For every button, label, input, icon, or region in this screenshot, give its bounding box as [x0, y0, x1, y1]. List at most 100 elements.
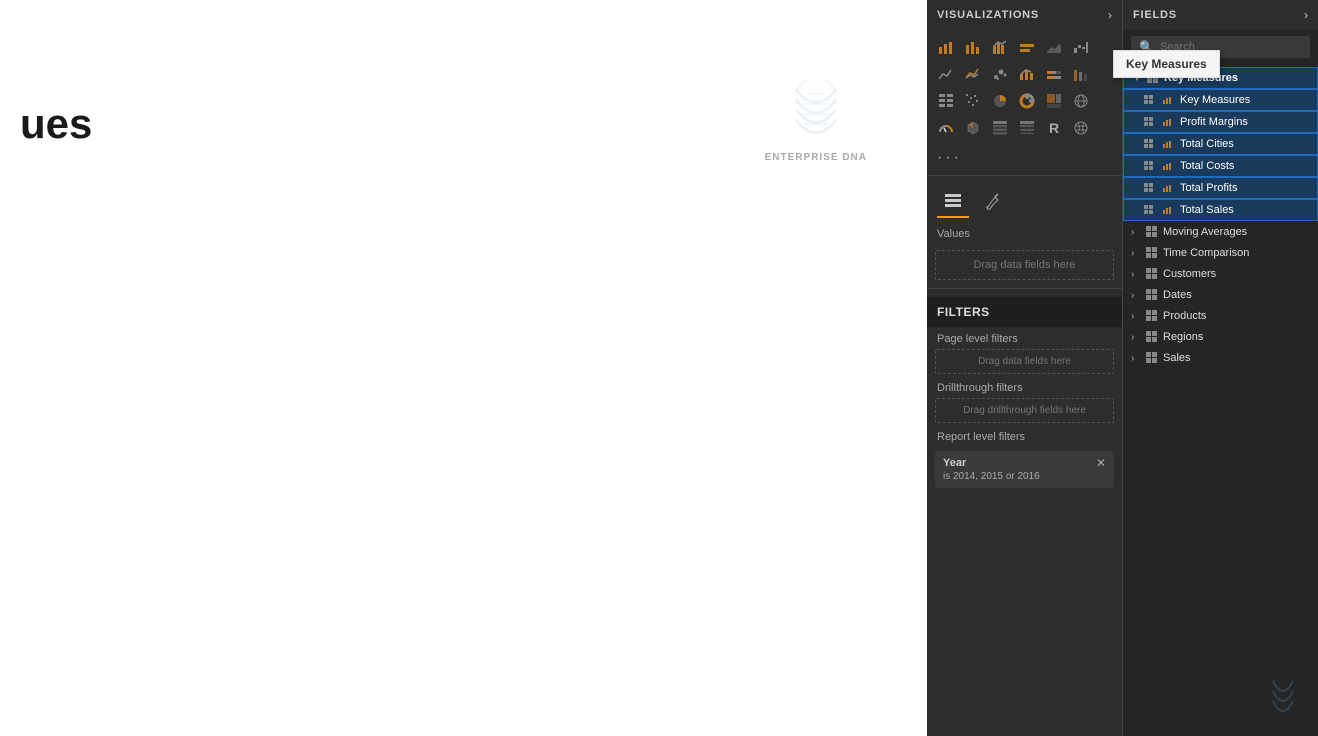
field-item-profit-margins[interactable]: Profit Margins	[1123, 111, 1318, 133]
field-item-total-cities[interactable]: Total Cities	[1123, 133, 1318, 155]
field-item-profit-margins-name: Profit Margins	[1180, 116, 1248, 128]
viz-icon-table2[interactable]	[987, 115, 1013, 141]
viz-format-row	[927, 180, 1122, 224]
field-item-total-costs-icon1	[1144, 161, 1158, 171]
key-measures-tooltip: Key Measures	[1113, 50, 1220, 78]
year-filter-close-button[interactable]: ✕	[1096, 457, 1106, 469]
viz-icon-line-bar[interactable]	[987, 34, 1013, 60]
time-comparison-arrow-icon: ›	[1131, 248, 1141, 259]
moving-averages-table-icon	[1145, 226, 1159, 238]
sales-table-icon	[1145, 352, 1159, 364]
field-item-key-measures[interactable]: Key Measures	[1123, 89, 1318, 111]
values-label: Values	[927, 224, 1122, 246]
products-arrow-icon: ›	[1131, 311, 1141, 322]
regions-group-name: Regions	[1163, 331, 1310, 343]
field-item-total-profits[interactable]: Total Profits	[1123, 177, 1318, 199]
regions-table-icon	[1145, 331, 1159, 343]
products-table-icon	[1145, 310, 1159, 322]
field-item-total-sales-icon1	[1144, 205, 1158, 215]
sales-group-header[interactable]: › Sales	[1123, 348, 1318, 368]
time-comparison-table-icon	[1145, 247, 1159, 259]
regions-arrow-icon: ›	[1131, 332, 1141, 343]
customers-group-name: Customers	[1163, 268, 1310, 280]
field-item-total-cities-icon1	[1144, 139, 1158, 149]
logo-text: ENTERPRISE DNA	[765, 152, 867, 163]
enterprise-dna-logo: ENTERPRISE DNA	[765, 80, 867, 163]
field-item-total-costs-icon2	[1162, 161, 1176, 171]
sales-group-name: Sales	[1163, 352, 1310, 364]
viz-divider-2	[927, 288, 1122, 289]
viz-icon-globe[interactable]	[1068, 115, 1094, 141]
viz-icon-filled-map[interactable]	[960, 115, 986, 141]
format-brush-icon[interactable]	[977, 186, 1009, 218]
viz-row-3	[933, 88, 1116, 114]
field-item-total-sales-icon2	[1162, 205, 1176, 215]
dates-group-header[interactable]: › Dates	[1123, 285, 1318, 305]
products-group-header[interactable]: › Products	[1123, 306, 1318, 326]
viz-icon-bar[interactable]	[933, 34, 959, 60]
viz-icon-gauge[interactable]	[933, 115, 959, 141]
time-comparison-group-header[interactable]: › Time Comparison	[1123, 243, 1318, 263]
viz-icon-donut[interactable]	[1014, 88, 1040, 114]
viz-icon-treemap[interactable]	[1041, 88, 1067, 114]
field-item-key-measures-icon2	[1162, 95, 1176, 105]
viz-icon-matrix2[interactable]	[1014, 115, 1040, 141]
dates-group-name: Dates	[1163, 289, 1310, 301]
field-item-total-profits-icon1	[1144, 183, 1158, 193]
key-measures-children: Key Measures Profit Margins	[1123, 89, 1318, 221]
viz-row-2	[933, 61, 1116, 87]
field-group-key-measures: ▼ Key Measures Key Measures	[1123, 67, 1318, 221]
field-group-products: › Products	[1123, 306, 1318, 326]
viz-icon-combo[interactable]	[1014, 61, 1040, 87]
fields-tree: ▼ Key Measures Key Measures	[1123, 64, 1318, 736]
viz-icon-area2[interactable]	[960, 61, 986, 87]
format-fields-icon[interactable]	[937, 186, 969, 218]
viz-icon-100bar[interactable]	[1041, 61, 1067, 87]
customers-group-header[interactable]: › Customers	[1123, 264, 1318, 284]
viz-panel-header: VISUALIZATIONS ›	[927, 0, 1122, 30]
viz-icon-R[interactable]: R	[1041, 115, 1067, 141]
tooltip-text: Key Measures	[1126, 57, 1207, 71]
viz-icon-scatter[interactable]	[987, 61, 1013, 87]
field-group-sales: › Sales	[1123, 348, 1318, 368]
viz-icon-matrix[interactable]	[933, 88, 959, 114]
report-level-filters-label: Report level filters	[927, 425, 1122, 445]
field-item-total-sales-name: Total Sales	[1180, 204, 1234, 216]
drag-drill-filters[interactable]: Drag drillthrough fields here	[935, 398, 1114, 423]
field-item-total-costs[interactable]: Total Costs	[1123, 155, 1318, 177]
viz-panel-collapse-arrow[interactable]: ›	[1108, 8, 1112, 22]
field-group-regions: › Regions	[1123, 327, 1318, 347]
viz-icon-column[interactable]	[1014, 34, 1040, 60]
dates-table-icon	[1145, 289, 1159, 301]
field-item-total-sales[interactable]: Total Sales	[1123, 199, 1318, 221]
viz-icon-map[interactable]	[1068, 88, 1094, 114]
viz-icon-ribbon[interactable]	[1068, 61, 1094, 87]
field-item-total-cities-icon2	[1162, 139, 1176, 149]
field-item-total-costs-name: Total Costs	[1180, 160, 1234, 172]
viz-icon-pie[interactable]	[987, 88, 1013, 114]
viz-icon-scatter2[interactable]	[960, 88, 986, 114]
drag-fields-area[interactable]: Drag data fields here	[935, 250, 1114, 280]
year-filter-content: Year is 2014, 2015 or 2016	[943, 457, 1040, 482]
sales-arrow-icon: ›	[1131, 353, 1141, 364]
drillthrough-filters-label: Drillthrough filters	[927, 376, 1122, 396]
canvas-area: ues ENTERPRISE DNA	[0, 0, 927, 736]
field-item-profit-margins-icon2	[1162, 117, 1176, 127]
year-filter-value: is 2014, 2015 or 2016	[943, 471, 1040, 482]
viz-icon-bar2[interactable]	[960, 34, 986, 60]
viz-more-dots[interactable]: ···	[927, 145, 1122, 171]
visualizations-panel: VISUALIZATIONS ›	[927, 0, 1123, 736]
field-group-moving-averages: › Moving Averages	[1123, 222, 1318, 242]
drag-page-filters[interactable]: Drag data fields here	[935, 349, 1114, 374]
field-group-dates: › Dates	[1123, 285, 1318, 305]
filters-header: FILTERS	[927, 297, 1122, 327]
year-filter-chip: Year is 2014, 2015 or 2016 ✕	[935, 451, 1114, 488]
viz-icon-waterfall[interactable]	[1068, 34, 1094, 60]
fields-panel-collapse-arrow[interactable]: ›	[1304, 8, 1308, 22]
viz-icon-area[interactable]	[1041, 34, 1067, 60]
viz-icon-line[interactable]	[933, 61, 959, 87]
fields-watermark	[1258, 671, 1308, 726]
viz-row-4: R	[933, 115, 1116, 141]
moving-averages-group-header[interactable]: › Moving Averages	[1123, 222, 1318, 242]
regions-group-header[interactable]: › Regions	[1123, 327, 1318, 347]
